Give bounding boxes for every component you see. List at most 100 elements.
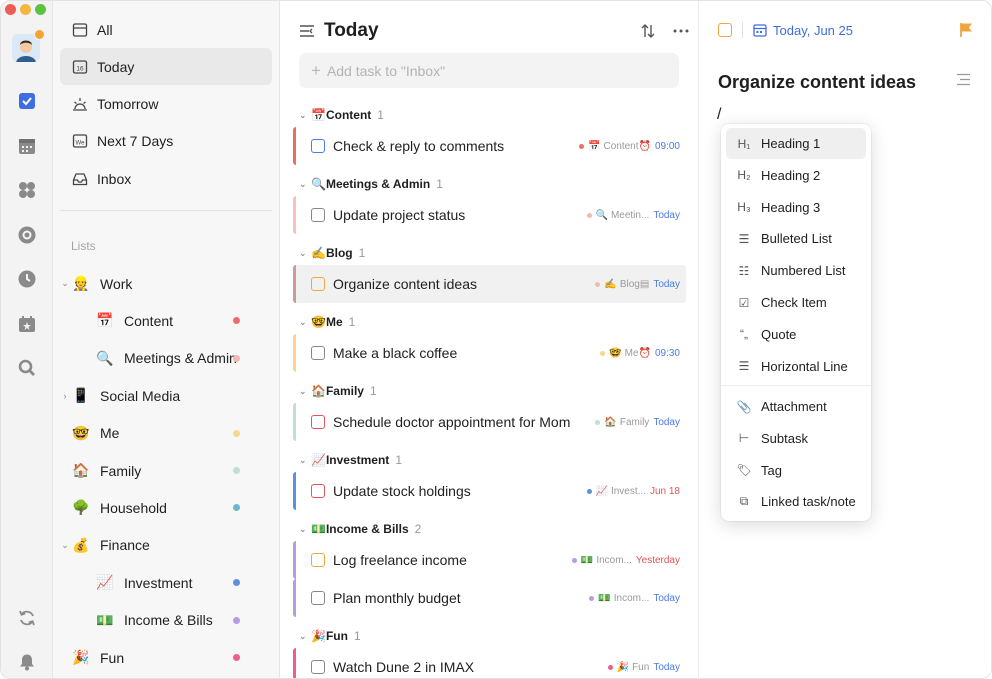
task-checkbox[interactable] bbox=[311, 484, 325, 498]
menu-item-check-item[interactable]: ☑ Check Item bbox=[726, 287, 866, 318]
task-row[interactable]: Check & reply to comments 📅 Content ⏰ 09:00 bbox=[293, 127, 686, 165]
group-emoji-icon: ✍️ bbox=[311, 246, 326, 260]
chevron-down-icon[interactable]: ⌄ bbox=[60, 540, 70, 551]
sidebar-item-fun[interactable]: 🎉 Fun bbox=[60, 639, 272, 676]
task-checkbox[interactable] bbox=[311, 208, 325, 222]
task-group-header[interactable]: ⌄ ✍️ Blog 1 bbox=[299, 243, 365, 263]
chevron-down-icon[interactable]: ⌄ bbox=[299, 248, 309, 259]
chevron-down-icon[interactable]: ⌄ bbox=[299, 455, 309, 466]
calendar-icon[interactable] bbox=[16, 135, 37, 156]
task-checkbox[interactable] bbox=[311, 591, 325, 605]
clock-icon[interactable] bbox=[16, 268, 37, 289]
task-row[interactable]: Update stock holdings 📈 Invest... Jun 18 bbox=[293, 472, 686, 510]
menu-item-subtask[interactable]: ⊢ Subtask bbox=[726, 423, 866, 454]
task-group-header[interactable]: ⌄ 🔍 Meetings & Admin 1 bbox=[299, 174, 443, 194]
menu-item-quote[interactable]: “„ Quote bbox=[726, 319, 866, 350]
minimize-window-button[interactable] bbox=[20, 4, 31, 15]
menu-item-bulleted-list[interactable]: ☰ Bulleted List bbox=[726, 223, 866, 254]
chevron-down-icon[interactable]: ⌄ bbox=[299, 317, 309, 328]
chevron-down-icon[interactable]: ⌄ bbox=[299, 110, 309, 121]
task-checkbox-icon[interactable] bbox=[16, 90, 37, 111]
add-task-input[interactable]: + Add task to "Inbox" bbox=[299, 53, 679, 88]
task-checkbox[interactable] bbox=[311, 346, 325, 360]
sort-icon[interactable] bbox=[641, 23, 655, 39]
sidebar-item-family[interactable]: 🏠 Family bbox=[60, 452, 272, 489]
sidebar-item-all[interactable]: All bbox=[60, 11, 272, 48]
detail-checkbox[interactable] bbox=[718, 23, 732, 37]
task-title[interactable]: Update project status bbox=[333, 207, 587, 223]
task-title[interactable]: Log freelance income bbox=[333, 552, 572, 568]
task-title[interactable]: Make a black coffee bbox=[333, 345, 600, 361]
more-options-icon[interactable] bbox=[673, 29, 689, 33]
menu-item-attachment[interactable]: 📎 Attachment bbox=[726, 391, 866, 422]
sidebar-item-investment[interactable]: 📈 Investment bbox=[60, 564, 272, 601]
chevron-down-icon[interactable]: ⌄ bbox=[299, 179, 309, 190]
task-row[interactable]: Watch Dune 2 in IMAX 🎉 Fun Today bbox=[293, 648, 686, 678]
task-group-header[interactable]: ⌄ 💵 Income & Bills 2 bbox=[299, 519, 421, 539]
menu-item-tag[interactable]: 🏷 Tag bbox=[726, 455, 866, 486]
note-icon: ▤ bbox=[639, 278, 650, 290]
task-checkbox[interactable] bbox=[311, 139, 325, 153]
search-icon[interactable] bbox=[16, 357, 37, 378]
task-title[interactable]: Schedule doctor appointment for Mom bbox=[333, 414, 595, 430]
task-title[interactable]: Watch Dune 2 in IMAX bbox=[333, 659, 608, 675]
task-row[interactable]: Organize content ideas ✍️ Blog ▤ Today bbox=[293, 265, 686, 303]
list-emoji-icon: 📈 bbox=[595, 485, 608, 497]
task-row[interactable]: Make a black coffee 🤓 Me ⏰ 09:30 bbox=[293, 334, 686, 372]
menu-item-heading-3[interactable]: H₃ Heading 3 bbox=[726, 192, 866, 223]
sidebar-item-finance[interactable]: ⌄ 💰 Finance bbox=[60, 527, 272, 564]
chevron-down-icon[interactable]: ⌄ bbox=[299, 524, 309, 535]
editor-content[interactable]: / bbox=[717, 106, 721, 124]
task-group-header[interactable]: ⌄ 🏠 Family 1 bbox=[299, 381, 377, 401]
task-title[interactable]: Check & reply to comments bbox=[333, 138, 579, 154]
sync-icon[interactable] bbox=[16, 607, 37, 628]
close-window-button[interactable] bbox=[5, 4, 16, 15]
task-checkbox[interactable] bbox=[311, 660, 325, 674]
sidebar-item-social-media[interactable]: › 📱 Social Media bbox=[60, 377, 272, 414]
sidebar-item-today[interactable]: 16 Today bbox=[60, 48, 272, 85]
sidebar-item-next-7-days[interactable]: We Next 7 Days bbox=[60, 122, 272, 159]
habit-icon[interactable] bbox=[16, 224, 37, 245]
chevron-right-icon[interactable]: › bbox=[60, 391, 70, 401]
grid-icon[interactable] bbox=[16, 179, 37, 200]
sidebar-item-inbox[interactable]: Inbox bbox=[60, 160, 272, 197]
menu-item-numbered-list[interactable]: ☷ Numbered List bbox=[726, 255, 866, 286]
toggle-sidebar-icon[interactable] bbox=[299, 24, 315, 38]
task-row[interactable]: Plan monthly budget 💵 Incom... Today bbox=[293, 579, 686, 617]
chevron-down-icon[interactable]: ⌄ bbox=[60, 278, 70, 289]
task-group-header[interactable]: ⌄ 📈 Investment 1 bbox=[299, 450, 402, 470]
countdown-icon[interactable] bbox=[16, 313, 37, 334]
sidebar-item-income-bills[interactable]: 💵 Income & Bills bbox=[60, 602, 272, 639]
menu-item-linked-task-note[interactable]: ⧉ Linked task/note bbox=[726, 486, 866, 517]
outline-icon[interactable] bbox=[956, 73, 971, 91]
menu-item-horizontal-line[interactable]: ☰ Horizontal Line bbox=[726, 351, 866, 382]
task-group-header[interactable]: ⌄ 🤓 Me 1 bbox=[299, 312, 355, 332]
menu-item-heading-2[interactable]: H₂ Heading 2 bbox=[726, 160, 866, 191]
task-row[interactable]: Schedule doctor appointment for Mom 🏠 Fami… bbox=[293, 403, 686, 441]
task-group-header[interactable]: ⌄ 🎉 Fun 1 bbox=[299, 626, 361, 646]
task-checkbox[interactable] bbox=[311, 415, 325, 429]
sidebar-item-me[interactable]: 🤓 Me bbox=[60, 415, 272, 452]
menu-item-heading-1[interactable]: H₁ Heading 1 bbox=[726, 128, 866, 159]
task-row[interactable]: Log freelance income 💵 Incom... Yesterday bbox=[293, 541, 686, 579]
due-date-button[interactable]: Today, Jun 25 bbox=[753, 23, 853, 38]
sidebar-item-content[interactable]: 📅 Content bbox=[60, 302, 272, 339]
sidebar-item-meetings-admin[interactable]: 🔍 Meetings & Admin bbox=[60, 340, 272, 377]
sidebar-item-tomorrow[interactable]: Tomorrow bbox=[60, 85, 272, 122]
task-title[interactable]: Organize content ideas bbox=[333, 276, 595, 292]
bell-icon[interactable] bbox=[16, 651, 37, 672]
chevron-down-icon[interactable]: ⌄ bbox=[299, 386, 309, 397]
task-row[interactable]: Update project status 🔍 Meetin... Today bbox=[293, 196, 686, 234]
sidebar-item-work[interactable]: ⌄ 👷 Work bbox=[60, 265, 272, 302]
task-title[interactable]: Update stock holdings bbox=[333, 483, 587, 499]
task-group-header[interactable]: ⌄ 📅 Content 1 bbox=[299, 105, 384, 125]
task-checkbox[interactable] bbox=[311, 553, 325, 567]
sidebar-item-household[interactable]: 🌳 Household bbox=[60, 489, 272, 526]
task-checkbox[interactable] bbox=[311, 277, 325, 291]
week-calendar-icon: We bbox=[71, 132, 89, 150]
zoom-window-button[interactable] bbox=[35, 4, 46, 15]
chevron-down-icon[interactable]: ⌄ bbox=[299, 631, 309, 642]
flag-icon[interactable] bbox=[959, 22, 973, 38]
task-title[interactable]: Plan monthly budget bbox=[333, 590, 589, 606]
task-title[interactable]: Organize content ideas bbox=[718, 72, 916, 93]
